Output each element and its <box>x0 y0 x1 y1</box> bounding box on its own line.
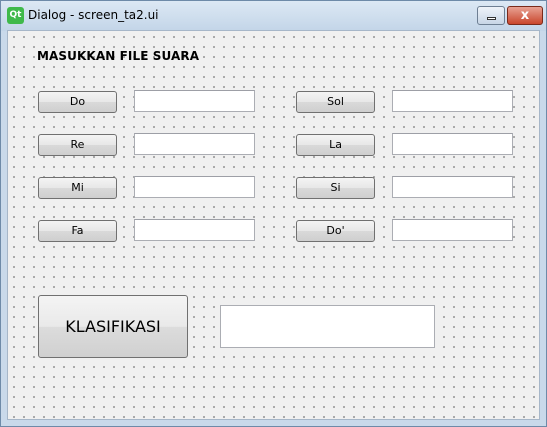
form-heading: MASUKKAN FILE SUARA <box>37 49 200 63</box>
note-button-mi[interactable]: Mi <box>38 177 117 199</box>
note-button-sol[interactable]: Sol <box>296 91 375 113</box>
note-field-sol[interactable] <box>392 90 513 112</box>
close-button[interactable]: x <box>507 6 543 25</box>
minimize-icon <box>487 17 496 20</box>
note-field-do[interactable] <box>134 90 255 112</box>
note-button-fa[interactable]: Fa <box>38 220 117 242</box>
note-field-fa[interactable] <box>134 219 255 241</box>
note-field-do-high[interactable] <box>392 219 513 241</box>
minimize-button[interactable] <box>477 6 505 25</box>
title-bar[interactable]: Qt Dialog - screen_ta2.ui x <box>1 1 546 31</box>
note-button-do-high[interactable]: Do' <box>296 220 375 242</box>
note-field-la[interactable] <box>392 133 513 155</box>
note-button-si[interactable]: Si <box>296 177 375 199</box>
window-title: Dialog - screen_ta2.ui <box>28 8 159 22</box>
classification-result-field[interactable] <box>220 305 435 348</box>
note-button-la[interactable]: La <box>296 134 375 156</box>
close-icon: x <box>520 8 530 23</box>
classify-button[interactable]: KLASIFIKASI <box>38 295 188 358</box>
note-field-si[interactable] <box>392 176 513 198</box>
note-button-re[interactable]: Re <box>38 134 117 156</box>
note-field-re[interactable] <box>134 133 255 155</box>
qt-logo-icon: Qt <box>7 7 24 24</box>
note-field-mi[interactable] <box>134 176 255 198</box>
note-button-do[interactable]: Do <box>38 91 117 113</box>
